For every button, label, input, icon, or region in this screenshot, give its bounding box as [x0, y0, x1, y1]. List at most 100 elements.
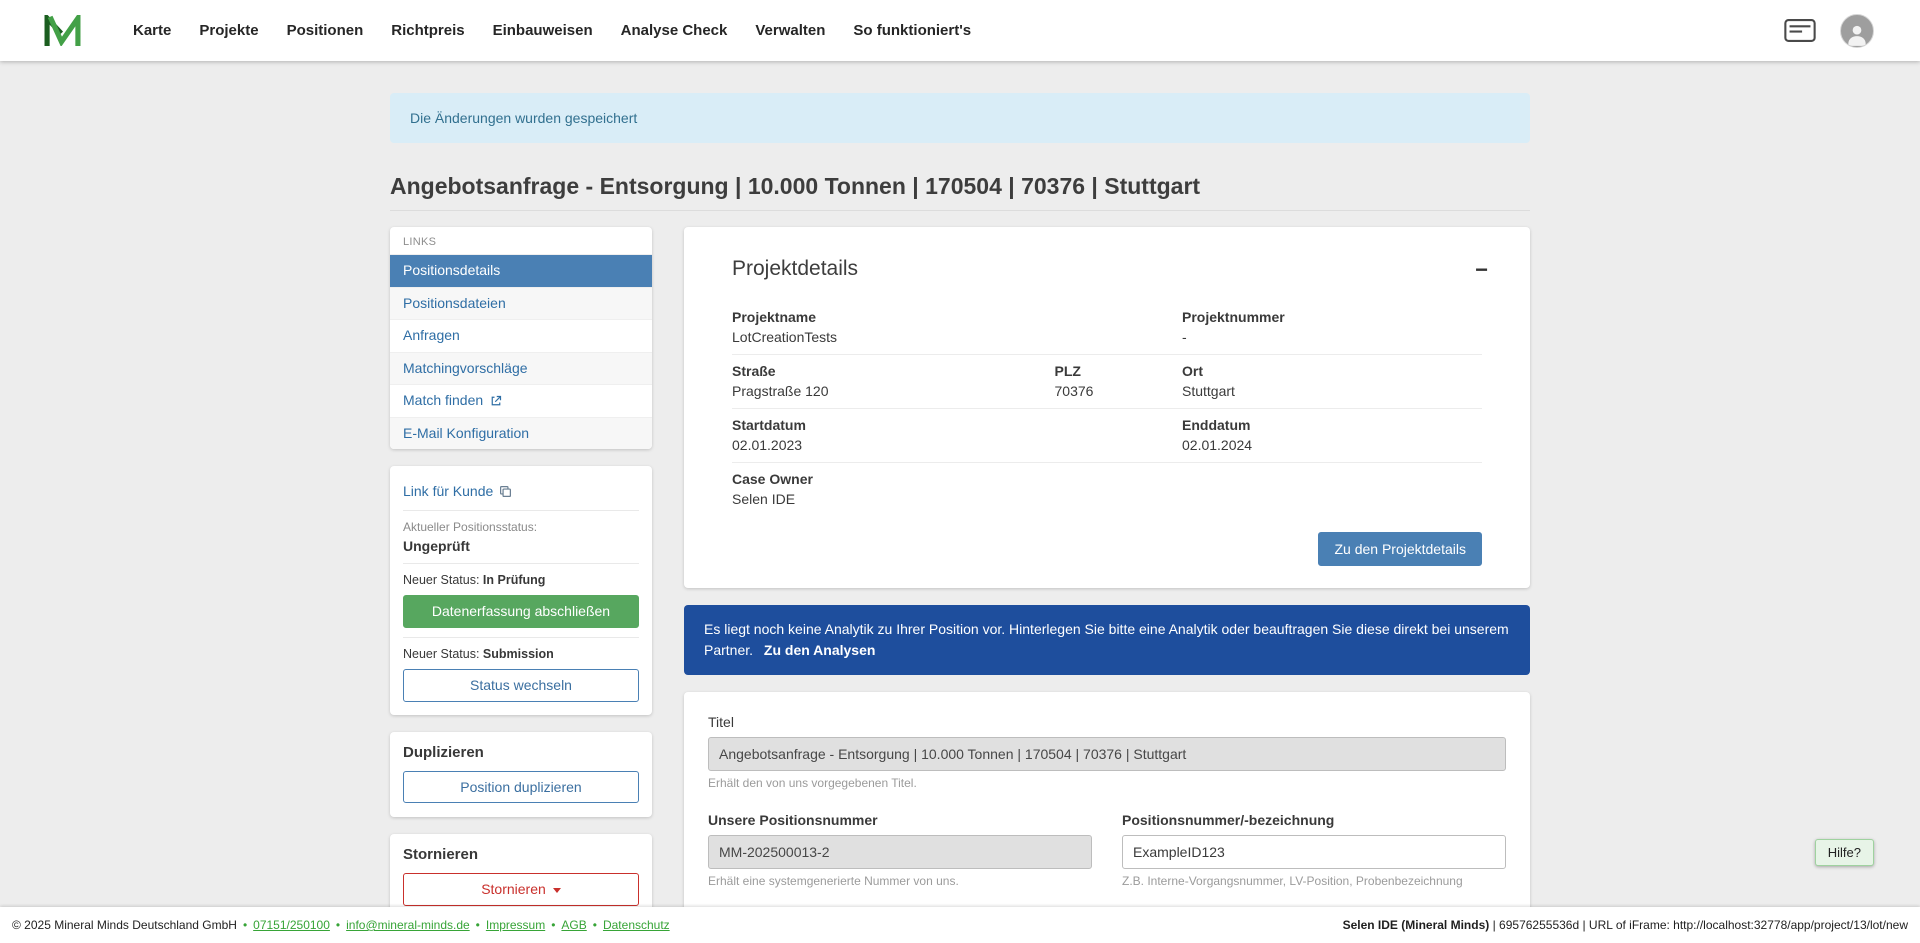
nav-analyse-check[interactable]: Analyse Check [607, 14, 742, 47]
sidebar-item-matchingvorschlaege[interactable]: Matchingvorschläge [390, 352, 652, 385]
field-plz: PLZ 70376 [1055, 363, 1183, 400]
field-value: 02.01.2024 [1182, 437, 1482, 455]
sidebar-item-positionsdetails[interactable]: Positionsdetails [390, 254, 652, 287]
field-value: Pragstraße 120 [732, 383, 1055, 401]
unsere-positionsnummer-help: Erhält eine systemgenerierte Nummer von … [708, 874, 1092, 888]
field-label: Startdatum [732, 417, 1182, 435]
unsere-positionsnummer-label: Unsere Positionsnummer [708, 812, 1092, 828]
titel-input [708, 737, 1506, 771]
sidebar-item-label: Matchingvorschläge [403, 360, 528, 378]
position-form-card: Titel Erhält den von uns vorgegebenen Ti… [684, 692, 1530, 934]
copy-icon [499, 485, 512, 498]
projektdetails-actions: Zu den Projektdetails [732, 532, 1482, 566]
nav-einbauweisen[interactable]: Einbauweisen [479, 14, 607, 47]
nav-projekte[interactable]: Projekte [185, 14, 272, 47]
main-column: Projektdetails − Projektname LotCreation… [684, 227, 1530, 943]
person-icon [1844, 21, 1870, 47]
field-label: Enddatum [1182, 417, 1482, 435]
nav-karte[interactable]: Karte [119, 14, 185, 47]
field-value: 02.01.2023 [732, 437, 1182, 455]
footer-link-phone[interactable]: 07151/250100 [253, 918, 330, 932]
hilfe-button[interactable]: Hilfe? [1815, 839, 1874, 866]
sidebar-item-email-konfiguration[interactable]: E-Mail Konfiguration [390, 417, 652, 450]
status-wechseln-button[interactable]: Status wechseln [403, 669, 639, 702]
detail-row: Startdatum 02.01.2023 Enddatum 02.01.202… [732, 409, 1482, 463]
card-reader-icon[interactable] [1784, 19, 1816, 42]
footer-left: © 2025 Mineral Minds Deutschland GmbH 07… [12, 918, 670, 932]
unsere-positionsnummer-field: Unsere Positionsnummer Erhält eine syste… [708, 812, 1092, 888]
separator-dot [336, 918, 340, 932]
page-title: Angebotsanfrage - Entsorgung | 10.000 To… [390, 173, 1530, 211]
field-value: LotCreationTests [732, 329, 1182, 347]
unsere-positionsnummer-input [708, 835, 1092, 869]
nav-verwalten[interactable]: Verwalten [741, 14, 839, 47]
field-label: Straße [732, 363, 1055, 381]
footer-link-email[interactable]: info@mineral-minds.de [346, 918, 470, 932]
titel-label: Titel [708, 714, 1506, 730]
titel-help: Erhält den von uns vorgegebenen Titel. [708, 776, 1506, 790]
field-startdatum: Startdatum 02.01.2023 [732, 417, 1182, 454]
current-status-value: Ungeprüft [403, 538, 639, 554]
collapse-button[interactable]: − [1471, 255, 1492, 285]
new-status-line: Neuer Status: Submission [403, 647, 639, 661]
field-case-owner: Case Owner Selen IDE [732, 471, 1482, 508]
saved-alert: Die Änderungen wurden gespeichert [390, 93, 1530, 143]
status-card: Link für Kunde Aktueller Positionsstatus… [390, 466, 652, 715]
stornieren-dropdown-button[interactable]: Stornieren [403, 873, 639, 906]
sidebar-item-label: Anfragen [403, 327, 460, 345]
field-label: PLZ [1055, 363, 1183, 381]
positionsnummer-input[interactable] [1122, 835, 1506, 869]
sidebar-item-positionsdateien[interactable]: Positionsdateien [390, 287, 652, 320]
field-value: - [1182, 329, 1482, 347]
current-status-section: Aktueller Positionsstatus: Ungeprüft [403, 511, 639, 564]
stornieren-heading: Stornieren [403, 846, 639, 863]
zu-den-analysen-link[interactable]: Zu den Analysen [764, 642, 876, 658]
analytics-banner: Es liegt noch keine Analytik zu Ihrer Po… [684, 605, 1530, 675]
field-enddatum: Enddatum 02.01.2024 [1182, 417, 1482, 454]
number-fields-row: Unsere Positionsnummer Erhält eine syste… [708, 812, 1506, 888]
current-status-label: Aktueller Positionsstatus: [403, 520, 639, 534]
positionsnummer-label: Positionsnummer/-bezeichnung [1122, 812, 1506, 828]
new-status-prefix: Neuer Status: [403, 647, 479, 661]
sidebar-item-match-finden[interactable]: Match finden [390, 384, 652, 417]
field-value: Stuttgart [1182, 383, 1482, 401]
zu-den-projektdetails-button[interactable]: Zu den Projektdetails [1318, 532, 1482, 566]
field-projektnummer: Projektnummer - [1182, 309, 1482, 346]
topbar-right [1784, 14, 1874, 48]
nav-so-funktionierts[interactable]: So funktioniert's [839, 14, 985, 47]
link-fuer-kunde[interactable]: Link für Kunde [403, 483, 512, 499]
datenerfassung-abschliessen-button[interactable]: Datenerfassung abschließen [403, 595, 639, 628]
field-value: Selen IDE [732, 491, 1482, 509]
logo-m-icon [44, 15, 81, 46]
new-status-pruefung-section: Neuer Status: In Prüfung Datenerfassung … [403, 564, 639, 638]
main-nav: Karte Projekte Positionen Richtpreis Ein… [119, 14, 985, 47]
footer-link-agb[interactable]: AGB [561, 918, 586, 932]
user-avatar[interactable] [1840, 14, 1874, 48]
nav-richtpreis[interactable]: Richtpreis [377, 14, 478, 47]
detail-row: Case Owner Selen IDE [732, 463, 1482, 516]
sidebar-item-label: Positionsdetails [403, 262, 500, 280]
new-status-value: In Prüfung [483, 573, 546, 587]
separator-dot [476, 918, 480, 932]
position-duplizieren-button[interactable]: Position duplizieren [403, 771, 639, 804]
copyright-text: © 2025 Mineral Minds Deutschland GmbH [12, 918, 237, 932]
field-projektname: Projektname LotCreationTests [732, 309, 1182, 346]
sidebar-item-anfragen[interactable]: Anfragen [390, 319, 652, 352]
mineral-minds-logo[interactable] [44, 15, 81, 46]
field-label: Projektnummer [1182, 309, 1482, 327]
field-label: Ort [1182, 363, 1482, 381]
detail-row: Projektname LotCreationTests Projektnumm… [732, 301, 1482, 355]
footer: © 2025 Mineral Minds Deutschland GmbH 07… [0, 907, 1920, 943]
nav-positionen[interactable]: Positionen [273, 14, 378, 47]
separator-dot [243, 918, 247, 932]
footer-link-impressum[interactable]: Impressum [486, 918, 545, 932]
positionsnummer-field: Positionsnummer/-bezeichnung Z.B. Intern… [1122, 812, 1506, 888]
footer-link-datenschutz[interactable]: Datenschutz [603, 918, 670, 932]
content-layout: LINKS Positionsdetails Positionsdateien … [390, 227, 1530, 943]
new-status-prefix: Neuer Status: [403, 573, 479, 587]
new-status-line: Neuer Status: In Prüfung [403, 573, 639, 587]
projektdetails-title: Projektdetails [732, 257, 1482, 281]
session-details: | 69576255536d | URL of iFrame: http://l… [1489, 918, 1908, 932]
stornieren-button-label: Stornieren [481, 881, 546, 897]
field-label: Case Owner [732, 471, 1482, 489]
